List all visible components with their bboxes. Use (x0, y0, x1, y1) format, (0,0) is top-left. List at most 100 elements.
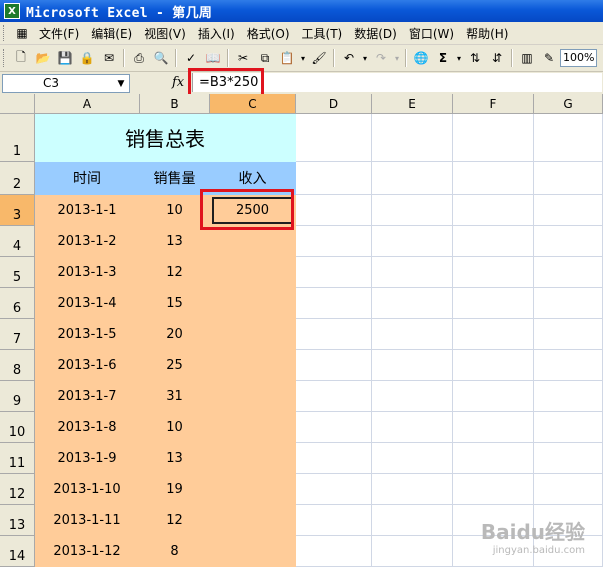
cell[interactable] (296, 381, 372, 412)
menu-window[interactable]: 窗口(W) (403, 25, 460, 42)
qty-cell[interactable]: 19 (140, 474, 210, 505)
income-cell[interactable] (210, 474, 296, 505)
cell[interactable] (296, 319, 372, 350)
cell[interactable] (372, 162, 453, 195)
date-cell[interactable]: 2013-1-7 (35, 381, 140, 412)
row-header-1[interactable]: 1 (0, 114, 35, 162)
cell[interactable] (534, 195, 603, 226)
select-all-corner[interactable] (0, 94, 35, 114)
menu-tools[interactable]: 工具(T) (296, 25, 349, 42)
qty-cell[interactable]: 10 (140, 412, 210, 443)
column-header-a[interactable]: A (35, 94, 140, 114)
row-header-2[interactable]: 2 (0, 162, 35, 195)
date-cell[interactable]: 2013-1-6 (35, 350, 140, 381)
menu-insert[interactable]: 插入(I) (192, 25, 241, 42)
format-painter-icon[interactable]: 🖌 (309, 48, 329, 68)
cell[interactable] (296, 195, 372, 226)
insert-function-icon[interactable]: fx (172, 75, 184, 90)
row-header-9[interactable]: 9 (0, 381, 35, 412)
cell[interactable] (453, 319, 534, 350)
cell[interactable] (372, 536, 453, 567)
date-cell[interactable]: 2013-1-1 (35, 195, 140, 226)
income-cell[interactable] (210, 443, 296, 474)
qty-cell[interactable]: 13 (140, 443, 210, 474)
drawing-icon[interactable]: ✎ (539, 48, 559, 68)
column-header-e[interactable]: E (372, 94, 453, 114)
autosum-dropdown-icon[interactable]: ▾ (455, 48, 463, 68)
sort-ascending-icon[interactable]: ⇅ (465, 48, 485, 68)
column-header-c[interactable]: C (210, 94, 296, 114)
cell[interactable] (534, 381, 603, 412)
redo-icon[interactable]: ↷ (371, 48, 391, 68)
row-header-6[interactable]: 6 (0, 288, 35, 319)
cell[interactable] (372, 474, 453, 505)
cell[interactable] (372, 505, 453, 536)
income-cell[interactable] (210, 505, 296, 536)
cell[interactable] (296, 350, 372, 381)
row-header-5[interactable]: 5 (0, 257, 35, 288)
menu-format[interactable]: 格式(O) (241, 25, 296, 42)
cell[interactable] (453, 162, 534, 195)
date-cell[interactable]: 2013-1-3 (35, 257, 140, 288)
row-header-8[interactable]: 8 (0, 350, 35, 381)
research-icon[interactable]: 📖 (203, 48, 223, 68)
cell[interactable] (453, 257, 534, 288)
autosum-icon[interactable]: Σ (433, 48, 453, 68)
income-cell[interactable] (210, 288, 296, 319)
qty-cell[interactable]: 12 (140, 257, 210, 288)
cell[interactable] (453, 288, 534, 319)
cell[interactable] (453, 350, 534, 381)
qty-cell[interactable]: 13 (140, 226, 210, 257)
menu-view[interactable]: 视图(V) (138, 25, 192, 42)
date-cell[interactable]: 2013-1-4 (35, 288, 140, 319)
date-cell[interactable]: 2013-1-8 (35, 412, 140, 443)
column-header-d[interactable]: D (296, 94, 372, 114)
date-cell[interactable]: 2013-1-12 (35, 536, 140, 567)
qty-cell[interactable]: 31 (140, 381, 210, 412)
cell[interactable] (453, 381, 534, 412)
cell[interactable] (372, 288, 453, 319)
income-cell[interactable] (210, 319, 296, 350)
column-header-g[interactable]: G (534, 94, 603, 114)
cell[interactable] (534, 226, 603, 257)
cell[interactable] (296, 162, 372, 195)
date-cell[interactable]: 2013-1-9 (35, 443, 140, 474)
cell[interactable] (296, 226, 372, 257)
excel-icon[interactable]: X (4, 3, 20, 19)
print-icon[interactable]: ⎙ (129, 48, 149, 68)
cell[interactable] (296, 474, 372, 505)
cell[interactable] (534, 350, 603, 381)
chart-wizard-icon[interactable]: ▥ (517, 48, 537, 68)
save-icon[interactable]: 💾 (55, 48, 75, 68)
cell[interactable] (453, 226, 534, 257)
row-header-13[interactable]: 13 (0, 505, 35, 536)
date-cell[interactable]: 2013-1-2 (35, 226, 140, 257)
income-cell[interactable] (210, 536, 296, 567)
cell[interactable] (296, 536, 372, 567)
print-preview-icon[interactable]: 🔍 (151, 48, 171, 68)
hyperlink-icon[interactable]: 🌐 (411, 48, 431, 68)
cell[interactable] (534, 257, 603, 288)
menu-data[interactable]: 数据(D) (348, 25, 403, 42)
cell[interactable] (534, 412, 603, 443)
cell[interactable] (372, 226, 453, 257)
cell[interactable] (296, 505, 372, 536)
qty-cell[interactable]: 15 (140, 288, 210, 319)
cell[interactable] (372, 257, 453, 288)
cell[interactable] (453, 195, 534, 226)
header-cell[interactable]: 时间 (35, 162, 140, 195)
menu-edit[interactable]: 编辑(E) (85, 25, 138, 42)
cell[interactable] (534, 474, 603, 505)
cell[interactable] (453, 412, 534, 443)
copy-icon[interactable]: ⧉ (255, 48, 275, 68)
column-header-f[interactable]: F (453, 94, 534, 114)
cut-icon[interactable]: ✂ (233, 48, 253, 68)
cell[interactable] (296, 412, 372, 443)
permission-icon[interactable]: 🔒 (77, 48, 97, 68)
paste-icon[interactable]: 📋 (277, 48, 297, 68)
toolbar-grip[interactable] (3, 25, 7, 41)
spelling-icon[interactable]: ✓ (181, 48, 201, 68)
income-cell[interactable] (210, 226, 296, 257)
redo-dropdown-icon[interactable]: ▾ (393, 48, 401, 68)
cell[interactable] (534, 319, 603, 350)
